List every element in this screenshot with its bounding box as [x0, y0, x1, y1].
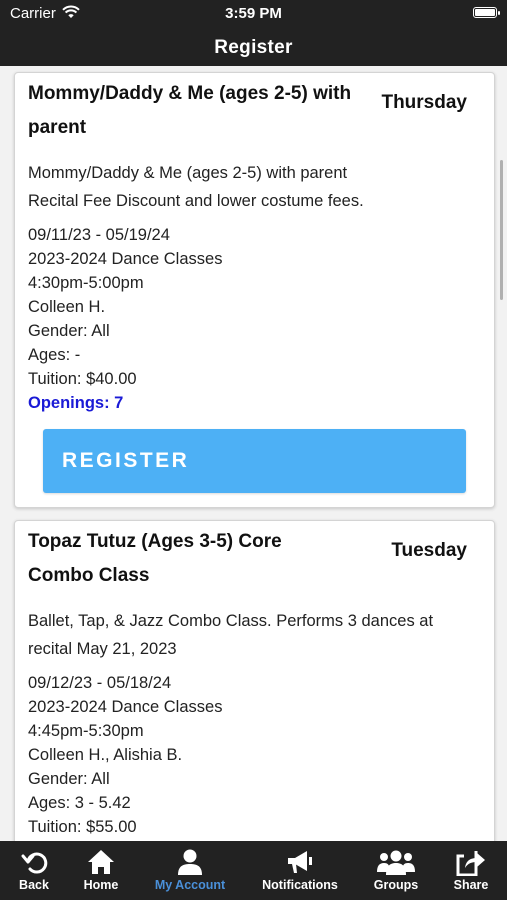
class-title: Mommy/Daddy & Me (ages 2-5) with parent	[28, 83, 352, 138]
class-instructor: Colleen H.	[28, 298, 106, 316]
class-ages: Ages: 3 - 5.42	[28, 794, 131, 812]
class-gender: Gender: All	[28, 770, 110, 788]
class-openings: Openings: 7	[28, 394, 124, 412]
class-time: 4:45pm-5:30pm	[28, 722, 144, 740]
register-button[interactable]: REGISTER	[43, 429, 466, 493]
class-day: Thursday	[381, 92, 467, 113]
class-instructor: Colleen H., Alishia B.	[28, 746, 183, 764]
class-season: 2023-2024 Dance Classes	[28, 250, 223, 268]
nav-header: Register	[0, 28, 507, 66]
tab-bar: Back Home My Account Notifications Group…	[0, 841, 507, 900]
tab-label: Share	[453, 878, 489, 892]
class-card: Mommy/Daddy & Me (ages 2-5) with parent …	[14, 72, 495, 508]
class-season: 2023-2024 Dance Classes	[28, 698, 223, 716]
class-description-note: Recital Fee Discount and lower costume f…	[28, 192, 364, 210]
class-ages: Ages: -	[28, 346, 81, 364]
home-icon	[56, 848, 146, 878]
scrollbar[interactable]	[500, 160, 503, 300]
class-time: 4:30pm-5:00pm	[28, 274, 144, 292]
tab-label: Notifications	[262, 878, 338, 892]
class-day: Tuesday	[391, 540, 467, 561]
class-description: Mommy/Daddy & Me (ages 2-5) with parent	[28, 164, 348, 182]
class-tuition: Tuition: $40.00	[28, 370, 137, 388]
tab-my-account[interactable]: My Account	[145, 841, 235, 900]
megaphone-icon	[255, 848, 345, 878]
page-title: Register	[214, 37, 293, 58]
status-bar: Carrier 3:59 PM	[0, 0, 507, 28]
status-time: 3:59 PM	[225, 5, 282, 22]
share-icon	[426, 848, 507, 878]
tab-notifications[interactable]: Notifications	[255, 841, 345, 900]
user-icon	[145, 848, 235, 878]
battery-icon	[473, 7, 500, 18]
class-description: Ballet, Tap, & Jazz Combo Class. Perform…	[28, 612, 434, 658]
class-tuition: Tuition: $55.00	[28, 818, 137, 836]
tab-label: My Account	[154, 878, 226, 892]
tab-home[interactable]: Home	[56, 841, 146, 900]
class-dates: 09/12/23 - 05/18/24	[28, 674, 172, 692]
class-gender: Gender: All	[28, 322, 110, 340]
class-list[interactable]: Mommy/Daddy & Me (ages 2-5) with parent …	[0, 66, 507, 841]
class-title: Topaz Tutuz (Ages 3-5) Core Combo Class	[28, 531, 282, 586]
class-card: Topaz Tutuz (Ages 3-5) Core Combo Class …	[14, 520, 495, 841]
class-dates: 09/11/23 - 05/19/24	[28, 226, 170, 244]
tab-share[interactable]: Share	[426, 841, 507, 900]
